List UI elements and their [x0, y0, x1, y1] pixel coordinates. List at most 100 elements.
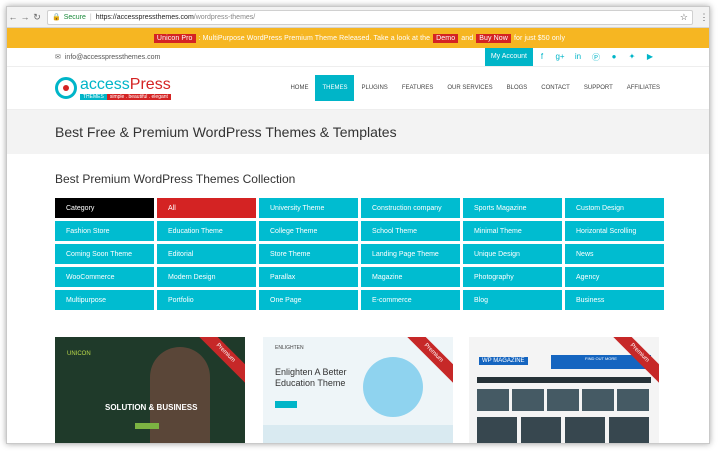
card-thumb — [521, 417, 561, 443]
card-thumb — [582, 389, 614, 411]
logo-tag-slogan: simple . beautiful . elegant — [106, 93, 171, 100]
filter-item[interactable]: Sports Magazine — [463, 198, 562, 218]
google-plus-icon[interactable]: g+ — [551, 52, 569, 63]
filter-item[interactable]: College Theme — [259, 221, 358, 241]
nav-contact[interactable]: CONTACT — [534, 67, 577, 109]
promo-demo-button[interactable]: Demo — [433, 33, 459, 43]
filter-all[interactable]: All — [157, 198, 256, 218]
theme-cards: UNICON SOLUTION & BUSINESS Premium ENLIG… — [55, 337, 665, 443]
filter-item[interactable]: Editorial — [157, 244, 256, 264]
card-nav-bar — [477, 377, 651, 383]
bookmark-star-icon[interactable]: ☆ — [680, 12, 688, 23]
main-nav: HOME THEMES PLUGINS FEATURES OUR SERVICE… — [283, 67, 667, 109]
filter-item[interactable]: Portfolio — [157, 290, 256, 310]
theme-card-enlighten[interactable]: ENLIGHTEN Enlighten A Better Education T… — [263, 337, 453, 443]
filter-item[interactable]: Custom Design — [565, 198, 664, 218]
browser-window: ← → ↻ 🔒 Secure | https://accesspressthem… — [6, 6, 710, 444]
filter-item[interactable]: Fashion Store — [55, 221, 154, 241]
card-brand: UNICON — [67, 351, 91, 357]
nav-affiliates[interactable]: AFFILIATES — [620, 67, 667, 109]
filter-item[interactable]: Parallax — [259, 267, 358, 287]
filter-item[interactable]: One Page — [259, 290, 358, 310]
filter-item[interactable]: Photography — [463, 267, 562, 287]
facebook-icon[interactable]: f — [533, 52, 551, 63]
filter-item[interactable]: Multipurpose — [55, 290, 154, 310]
filter-item[interactable]: Horizontal Scrolling — [565, 221, 664, 241]
filter-item[interactable]: Agency — [565, 267, 664, 287]
logo-name-part1: access — [80, 75, 130, 93]
filter-item[interactable]: Magazine — [361, 267, 460, 287]
nav-themes[interactable]: THEMES — [315, 75, 355, 101]
address-bar[interactable]: 🔒 Secure | https://accesspressthemes.com… — [47, 9, 693, 25]
promo-and-text: and — [461, 34, 474, 42]
top-strip: ✉ info@accesspressthemes.com My Account … — [7, 48, 709, 67]
theme-card-wp-magazine[interactable]: WP MAGAZINE FIND OUT MORE Premium — [469, 337, 659, 443]
filter-item[interactable]: Construction company — [361, 198, 460, 218]
nav-features[interactable]: FEATURES — [395, 67, 441, 109]
card-photo — [150, 347, 210, 443]
filter-item[interactable]: Education Theme — [157, 221, 256, 241]
contact-email[interactable]: info@accesspressthemes.com — [65, 54, 160, 61]
card-thumb — [617, 389, 649, 411]
card-photo — [363, 357, 423, 417]
twitter-icon[interactable]: ✦ — [623, 52, 641, 63]
filter-item[interactable]: Blog — [463, 290, 562, 310]
logo-name: accessPress — [80, 75, 171, 93]
reload-icon[interactable]: ↻ — [31, 12, 43, 23]
filter-item[interactable]: WooCommerce — [55, 267, 154, 287]
filter-item[interactable]: Coming Soon Theme — [55, 244, 154, 264]
filter-item[interactable]: University Theme — [259, 198, 358, 218]
youtube-icon[interactable]: ▶ — [641, 52, 659, 63]
promo-buy-now-button[interactable]: Buy Now — [476, 33, 511, 43]
category-grid: Category All University Theme Constructi… — [55, 198, 665, 310]
logo-name-part2: Press — [129, 75, 171, 93]
logo-mark-icon — [55, 77, 77, 99]
filter-item[interactable]: Store Theme — [259, 244, 358, 264]
pinterest-icon[interactable]: Ⓟ — [587, 52, 605, 63]
promo-text: : MultiPurpose WordPress Premium Theme R… — [198, 34, 431, 42]
browser-menu-icon[interactable]: ⋮ — [699, 12, 709, 23]
card-headline: Enlighten A Better Education Theme — [275, 367, 347, 388]
page-title: Best Free & Premium WordPress Themes & T… — [55, 124, 397, 140]
nav-plugins[interactable]: PLUGINS — [354, 67, 394, 109]
filter-item[interactable]: Modern Design — [157, 267, 256, 287]
filter-item[interactable]: Landing Page Theme — [361, 244, 460, 264]
forward-icon[interactable]: → — [19, 12, 31, 22]
filter-item[interactable]: Unique Design — [463, 244, 562, 264]
nav-our-services[interactable]: OUR SERVICES — [440, 67, 499, 109]
url-host: https://accesspressthemes.com — [95, 13, 194, 21]
promo-bar: Unicon Pro : MultiPurpose WordPress Prem… — [7, 28, 709, 48]
filter-item[interactable]: Business — [565, 290, 664, 310]
category-header: Category — [55, 198, 154, 218]
card-cta — [275, 401, 297, 408]
back-icon[interactable]: ← — [7, 12, 19, 22]
site-header: accessPress THEMES simple . beautiful . … — [7, 67, 709, 110]
linkedin-icon[interactable]: in — [569, 52, 587, 63]
site-logo[interactable]: accessPress THEMES simple . beautiful . … — [55, 75, 171, 100]
social-links: f g+ in Ⓟ ● ✦ ▶ — [533, 52, 659, 63]
card-brand: WP MAGAZINE — [479, 357, 528, 365]
filter-item[interactable]: Minimal Theme — [463, 221, 562, 241]
promo-product-tag[interactable]: Unicon Pro — [153, 33, 196, 43]
filter-item[interactable]: E-commerce — [361, 290, 460, 310]
filter-item[interactable]: School Theme — [361, 221, 460, 241]
url-path: /wordpress-themes/ — [193, 13, 256, 21]
card-thumb — [609, 417, 649, 443]
nav-home[interactable]: HOME — [283, 67, 315, 109]
lock-icon: 🔒 — [52, 14, 61, 21]
flickr-icon[interactable]: ● — [605, 52, 623, 63]
card-cta — [135, 423, 159, 429]
card-footer-band — [263, 425, 453, 443]
card-thumb — [547, 389, 579, 411]
card-headline: SOLUTION & BUSINESS — [105, 403, 198, 412]
theme-card-unicon[interactable]: UNICON SOLUTION & BUSINESS Premium — [55, 337, 245, 443]
my-account-button[interactable]: My Account — [484, 48, 533, 66]
nav-support[interactable]: SUPPORT — [577, 67, 620, 109]
card-brand: ENLIGHTEN — [275, 345, 304, 351]
logo-tagline: THEMES simple . beautiful . elegant — [80, 93, 171, 100]
logo-text: accessPress THEMES simple . beautiful . … — [80, 75, 171, 100]
card-thumb — [565, 417, 605, 443]
card-thumb — [512, 389, 544, 411]
filter-item[interactable]: News — [565, 244, 664, 264]
nav-blogs[interactable]: BLOGS — [500, 67, 535, 109]
